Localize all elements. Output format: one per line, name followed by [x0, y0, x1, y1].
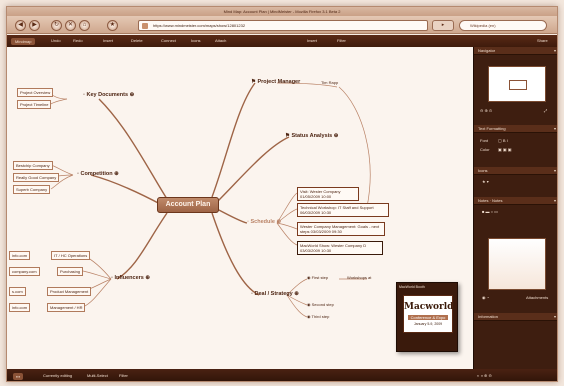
branch-key-documents[interactable]: ◦ Key Documents ⊕	[83, 92, 134, 98]
leaf-third-step[interactable]: ◉ Third step	[307, 314, 329, 319]
reload-button[interactable]: ↻	[51, 20, 62, 31]
attachment-icons[interactable]: ◉ ◔	[482, 295, 489, 300]
search-input[interactable]: Wikipedia (en)	[459, 20, 547, 31]
url-field[interactable]: https://www.mindmeister.com/maps/show/12…	[138, 20, 428, 31]
attach-button[interactable]: Attach	[215, 38, 226, 43]
window-title: Mind Map: Account Plan | MindMeister - M…	[7, 7, 557, 16]
contact-leaf[interactable]: info.com	[9, 251, 31, 260]
branch-influencers[interactable]: ◦ Influencers ⊕	[111, 275, 150, 281]
insert-right-button[interactable]: Insert	[307, 38, 317, 43]
panel-text-formatting[interactable]: Text Formatting ▾	[474, 125, 557, 133]
leaf-really-good-company[interactable]: Really Good Company	[13, 173, 60, 182]
back-button[interactable]: ◀	[15, 20, 26, 31]
color-buttons[interactable]: ▣ ▣ ▣	[498, 147, 512, 152]
leaf-second-step[interactable]: ◉ Second step	[307, 302, 334, 307]
browser-window: Mind Map: Account Plan | MindMeister - M…	[6, 6, 558, 382]
macworld-date: January 5-9, 2009	[413, 322, 443, 326]
attachment-popup[interactable]: MacWorld Booth Macworld Conference & Exp…	[396, 282, 458, 352]
branch-deal-strategy[interactable]: ◦ Deal / Strategy ⊕	[251, 291, 299, 297]
font-label: Font	[480, 138, 489, 143]
panel-notes[interactable]: Notes · Notes ▾	[474, 197, 557, 205]
url-text: https://www.mindmeister.com/maps/show/12…	[153, 23, 246, 28]
macworld-image: Macworld Conference & Expo January 5-9, …	[403, 295, 453, 333]
contact-leaf[interactable]: s.com	[9, 287, 26, 296]
fit-icon[interactable]: ⤢	[544, 108, 547, 113]
status-filter[interactable]: Filter	[119, 373, 128, 378]
font-style-buttons[interactable]: ▢ B I	[498, 138, 508, 143]
contact-leaf[interactable]: info.com	[9, 303, 31, 312]
delete-button[interactable]: Delete	[131, 38, 143, 43]
status-multiselect[interactable]: Multi-Select	[87, 373, 108, 378]
connect-button[interactable]: Connect	[161, 38, 176, 43]
home-button[interactable]: ⌂	[79, 20, 90, 31]
bookmark-icon[interactable]: ★	[107, 20, 118, 31]
leaf-superb-company[interactable]: Superb Company	[13, 185, 51, 194]
leaf-purchasing[interactable]: Purchasing	[57, 267, 84, 276]
status-controls[interactable]: ◐ ◑ ⊕ ⊖	[477, 373, 492, 378]
status-mode: Currently editing	[43, 373, 73, 378]
inspector-panel: Navigator ▾ ⊖ ⊕ ⊙ ⤢ Text Formatting ▾ Font…	[473, 47, 557, 369]
forward-button[interactable]: ▶	[29, 20, 40, 31]
tab-mindmap[interactable]: Mindmap	[11, 38, 36, 45]
schedule-item[interactable]: Technical Workshop: IT Staff and Support…	[297, 203, 389, 217]
status-logo[interactable]: ▪▪▪	[13, 373, 24, 380]
panel-information[interactable]: Information ▾	[474, 313, 557, 321]
schedule-item[interactable]: Visit: Wester Company 01/05/2009 10:00	[297, 187, 359, 201]
panel-navigator[interactable]: Navigator ▾	[474, 47, 557, 55]
macworld-band: Conference & Expo	[408, 315, 448, 320]
branch-project-manager[interactable]: ⚑ Project Manager	[251, 79, 300, 85]
app-toolbar: Mindmap Undo Redo Insert Delete Connect …	[7, 35, 557, 47]
leaf-it-hc-operations[interactable]: IT / HC Operations	[51, 251, 91, 260]
insert-button[interactable]: Insert	[103, 38, 113, 43]
browser-toolbar: ◀ ▶ ↻ ✕ ⌂ ★ https://www.mindmeister.com/…	[7, 16, 557, 34]
branch-competition[interactable]: ◦ Competition ⊕	[77, 171, 119, 177]
contact-leaf[interactable]: company.com	[9, 267, 40, 276]
viewport-frame[interactable]	[509, 80, 527, 90]
attachments-label[interactable]: Attachments	[526, 295, 548, 300]
color-label: Color	[480, 147, 490, 152]
branch-schedule[interactable]: ◦ Schedule ⊕	[247, 219, 281, 225]
branch-status-analysis[interactable]: ⚑ Status Analysis ⊕	[285, 133, 338, 139]
share-button[interactable]: Share	[537, 38, 548, 43]
leaf-bestchip-company[interactable]: Bestchip Company	[13, 161, 53, 170]
leaf-product-management[interactable]: Product Management	[47, 287, 92, 296]
schedule-item[interactable]: MacWorld Show: Wester Company D 03/03/20…	[297, 241, 383, 255]
navigator-preview[interactable]	[488, 66, 546, 102]
leaf-management-hr[interactable]: Management / HR	[47, 303, 86, 312]
leaf-project-timeline[interactable]: Project Timeline	[17, 100, 52, 109]
stop-button[interactable]: ✕	[65, 20, 76, 31]
leaf-project-overview[interactable]: Project Overview	[17, 88, 54, 97]
popup-title: MacWorld Booth	[399, 285, 425, 289]
icon-picker[interactable]: ★ ▾	[482, 179, 489, 184]
zoom-icons[interactable]: ⊖ ⊕ ⊙	[480, 108, 492, 113]
panel-icons[interactable]: Icons ▾	[474, 167, 557, 175]
mindmap-canvas[interactable]: Account Plan ◦ Key Documents ⊕ Project O…	[7, 47, 473, 369]
leaf-workshops[interactable]: Workshops at	[347, 275, 371, 280]
schedule-item[interactable]: Wester Company Management: Goals - next …	[297, 222, 385, 236]
notes-toolbar[interactable]: ■ ▬ ○ ▭	[482, 209, 498, 214]
icons-button[interactable]: Icons	[191, 38, 201, 43]
leaf-tim-rapp[interactable]: Tim Rapp	[321, 80, 338, 85]
go-button[interactable]: ▸	[432, 20, 454, 31]
favicon-icon	[142, 23, 148, 29]
filter-button[interactable]: Filter	[337, 38, 346, 43]
notes-area[interactable]	[488, 238, 546, 290]
status-bar: ▪▪▪ Currently editing Multi-Select Filte…	[7, 369, 557, 381]
undo-button[interactable]: Undo	[51, 38, 61, 43]
redo-button[interactable]: Redo	[73, 38, 83, 43]
leaf-first-step[interactable]: ◉ First step	[307, 275, 328, 280]
central-topic[interactable]: Account Plan	[157, 197, 219, 213]
macworld-logo: Macworld	[404, 302, 454, 312]
